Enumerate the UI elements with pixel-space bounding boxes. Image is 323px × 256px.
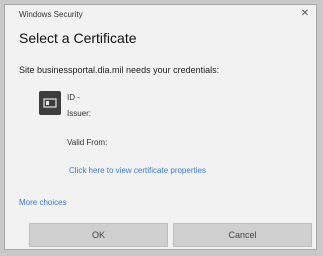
title-bar: Windows Security ✕ [5, 5, 316, 25]
more-choices-link[interactable]: More choices [19, 198, 67, 207]
ok-button[interactable]: OK [29, 223, 168, 247]
cancel-button[interactable]: Cancel [173, 223, 312, 247]
certificate-card-icon [39, 91, 61, 115]
credentials-message: Site businessportal.dia.mil needs your c… [19, 65, 220, 75]
select-certificate-dialog: Windows Security ✕ Select a Certificate … [4, 4, 317, 250]
certificate-valid-from: Valid From: [67, 138, 108, 147]
certificate-issuer: Issuer: [67, 109, 92, 118]
screenshot-frame: Windows Security ✕ Select a Certificate … [0, 0, 323, 256]
window-title: Windows Security [19, 10, 83, 19]
view-certificate-properties-link[interactable]: Click here to view certificate propertie… [69, 166, 206, 175]
dialog-heading: Select a Certificate [19, 30, 137, 46]
close-button[interactable]: ✕ [298, 7, 312, 21]
certificate-id: ID - [67, 93, 80, 102]
